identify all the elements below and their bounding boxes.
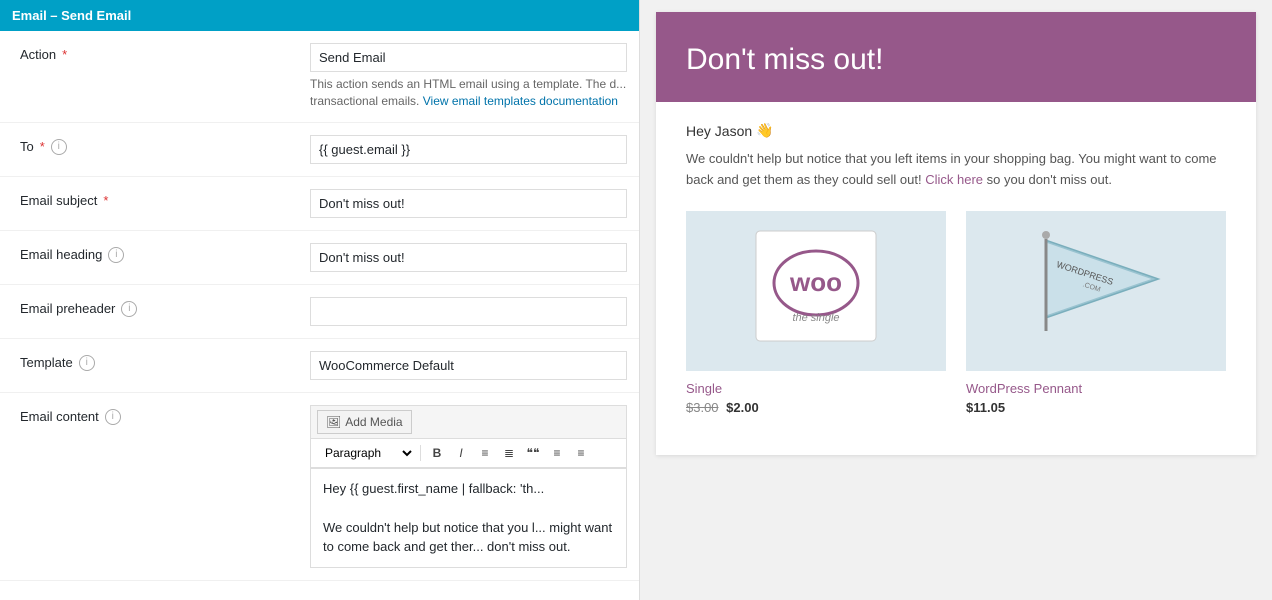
product-price-1: $3.00 $2.00 <box>686 400 946 415</box>
email-subject-label: Email subject <box>20 193 97 208</box>
email-body-text: We couldn't help but notice that you lef… <box>686 149 1226 191</box>
action-required: * <box>62 47 67 62</box>
email-header-title: Don't miss out! <box>686 42 1226 78</box>
product-new-price-1: $2.00 <box>726 400 759 415</box>
email-preview-header: Don't miss out! <box>656 12 1256 102</box>
to-required: * <box>40 139 45 154</box>
template-label: Template <box>20 355 73 370</box>
email-preview: Don't miss out! Hey Jason 👋 We couldn't … <box>656 12 1256 455</box>
email-content-info-icon[interactable]: i <box>105 409 121 425</box>
strikethrough-button[interactable]: ≡ <box>570 442 592 464</box>
email-subject-row: Email subject * <box>0 177 639 231</box>
template-input[interactable] <box>310 351 627 380</box>
product-link-2[interactable]: WordPress Pennant <box>966 381 1082 396</box>
click-here-link[interactable]: Click here <box>925 172 983 187</box>
action-field-col: This action sends an HTML email using a … <box>310 43 639 110</box>
email-subject-required: * <box>103 193 108 208</box>
action-input[interactable] <box>310 43 627 72</box>
email-greeting: Hey Jason 👋 <box>686 122 1226 139</box>
to-row: To * i <box>0 123 639 177</box>
email-content-label-col: Email content i <box>0 405 310 429</box>
form-body: Action * This action sends an HTML email… <box>0 31 639 581</box>
email-preheader-info-icon[interactable]: i <box>121 301 137 317</box>
email-heading-label: Email heading <box>20 247 102 262</box>
action-label: Action <box>20 47 56 62</box>
template-label-col: Template i <box>0 351 310 375</box>
email-content-label: Email content <box>20 409 99 424</box>
product-name-2: WordPress Pennant <box>966 381 1226 396</box>
email-heading-input[interactable] <box>310 243 627 272</box>
to-input[interactable] <box>310 135 627 164</box>
svg-text:the single: the single <box>792 312 839 324</box>
editor-content-area[interactable]: Hey {{ guest.first_name | fallback: 'th.… <box>310 468 627 568</box>
italic-button[interactable]: I <box>450 442 472 464</box>
add-media-button[interactable]: 🖼 Add Media <box>317 410 412 434</box>
wp-product-svg: WORDPRESS .COM <box>966 211 1226 371</box>
action-row: Action * This action sends an HTML email… <box>0 31 639 123</box>
format-sep-1 <box>420 445 421 461</box>
panel-title-bar: Email – Send Email <box>0 0 639 31</box>
editor-line-1: Hey {{ guest.first_name | fallback: 'th.… <box>323 479 614 499</box>
woo-product-svg: woo the single <box>686 211 946 371</box>
email-preview-body: Hey Jason 👋 We couldn't help but notice … <box>656 102 1256 455</box>
product-item-1: woo the single Single $3.00 $2.00 <box>686 211 946 415</box>
product-old-price-1: $3.00 <box>686 400 719 415</box>
svg-text:woo: woo <box>789 267 842 297</box>
email-heading-row: Email heading i <box>0 231 639 285</box>
email-subject-field-col <box>310 189 639 218</box>
to-label-col: To * i <box>0 135 310 159</box>
action-label-col: Action * <box>0 43 310 66</box>
paragraph-select[interactable]: ParagraphHeading 1Heading 2Heading 3Pref… <box>317 443 415 463</box>
unordered-list-button[interactable]: ≡ <box>474 442 496 464</box>
template-row: Template i <box>0 339 639 393</box>
products-grid: woo the single Single $3.00 $2.00 <box>686 211 1226 415</box>
ordered-list-button[interactable]: ≣ <box>498 442 520 464</box>
greeting-emoji: 👋 <box>756 122 773 139</box>
email-heading-field-col <box>310 243 639 272</box>
panel-title: Email – Send Email <box>12 8 131 23</box>
email-preheader-field-col <box>310 297 639 326</box>
format-bar: ParagraphHeading 1Heading 2Heading 3Pref… <box>310 438 627 468</box>
trail-text: so you don't miss out. <box>987 172 1112 187</box>
email-preheader-label: Email preheader <box>20 301 115 316</box>
email-content-row: Email content i 🖼 Add Media ParagraphHea… <box>0 393 639 581</box>
bold-button[interactable]: B <box>426 442 448 464</box>
email-heading-info-icon[interactable]: i <box>108 247 124 263</box>
template-field-col <box>310 351 639 380</box>
greeting-text: Hey Jason <box>686 123 752 139</box>
add-media-icon: 🖼 <box>326 415 341 429</box>
product-image-1: woo the single <box>686 211 946 371</box>
product-price-value-2: $11.05 <box>966 400 1005 415</box>
align-center-button[interactable]: ≡ <box>546 442 568 464</box>
email-preheader-row: Email preheader i <box>0 285 639 339</box>
email-subject-label-col: Email subject * <box>0 189 310 212</box>
email-heading-label-col: Email heading i <box>0 243 310 267</box>
editor-line-2: We couldn't help but notice that you l..… <box>323 518 614 557</box>
product-name-1: Single <box>686 381 946 396</box>
to-field-col <box>310 135 639 164</box>
blockquote-button[interactable]: ❝❝ <box>522 442 544 464</box>
template-info-icon[interactable]: i <box>79 355 95 371</box>
email-templates-link[interactable]: View email templates documentation <box>423 94 618 108</box>
product-item-2: WORDPRESS .COM WordPress Pennant $11.0 <box>966 211 1226 415</box>
add-media-label: Add Media <box>345 415 402 429</box>
right-panel: Don't miss out! Hey Jason 👋 We couldn't … <box>640 0 1272 600</box>
to-label: To <box>20 139 34 154</box>
product-price-2: $11.05 <box>966 400 1226 415</box>
email-preheader-input[interactable] <box>310 297 627 326</box>
product-link-1[interactable]: Single <box>686 381 722 396</box>
email-content-field-col: 🖼 Add Media ParagraphHeading 1Heading 2H… <box>310 405 639 568</box>
to-info-icon[interactable]: i <box>51 139 67 155</box>
email-subject-input[interactable] <box>310 189 627 218</box>
left-panel: Email – Send Email Action * This action … <box>0 0 640 600</box>
editor-add-media-bar: 🖼 Add Media <box>310 405 627 438</box>
email-preheader-label-col: Email preheader i <box>0 297 310 321</box>
product-image-2: WORDPRESS .COM <box>966 211 1226 371</box>
action-help-text: This action sends an HTML email using a … <box>310 76 627 110</box>
